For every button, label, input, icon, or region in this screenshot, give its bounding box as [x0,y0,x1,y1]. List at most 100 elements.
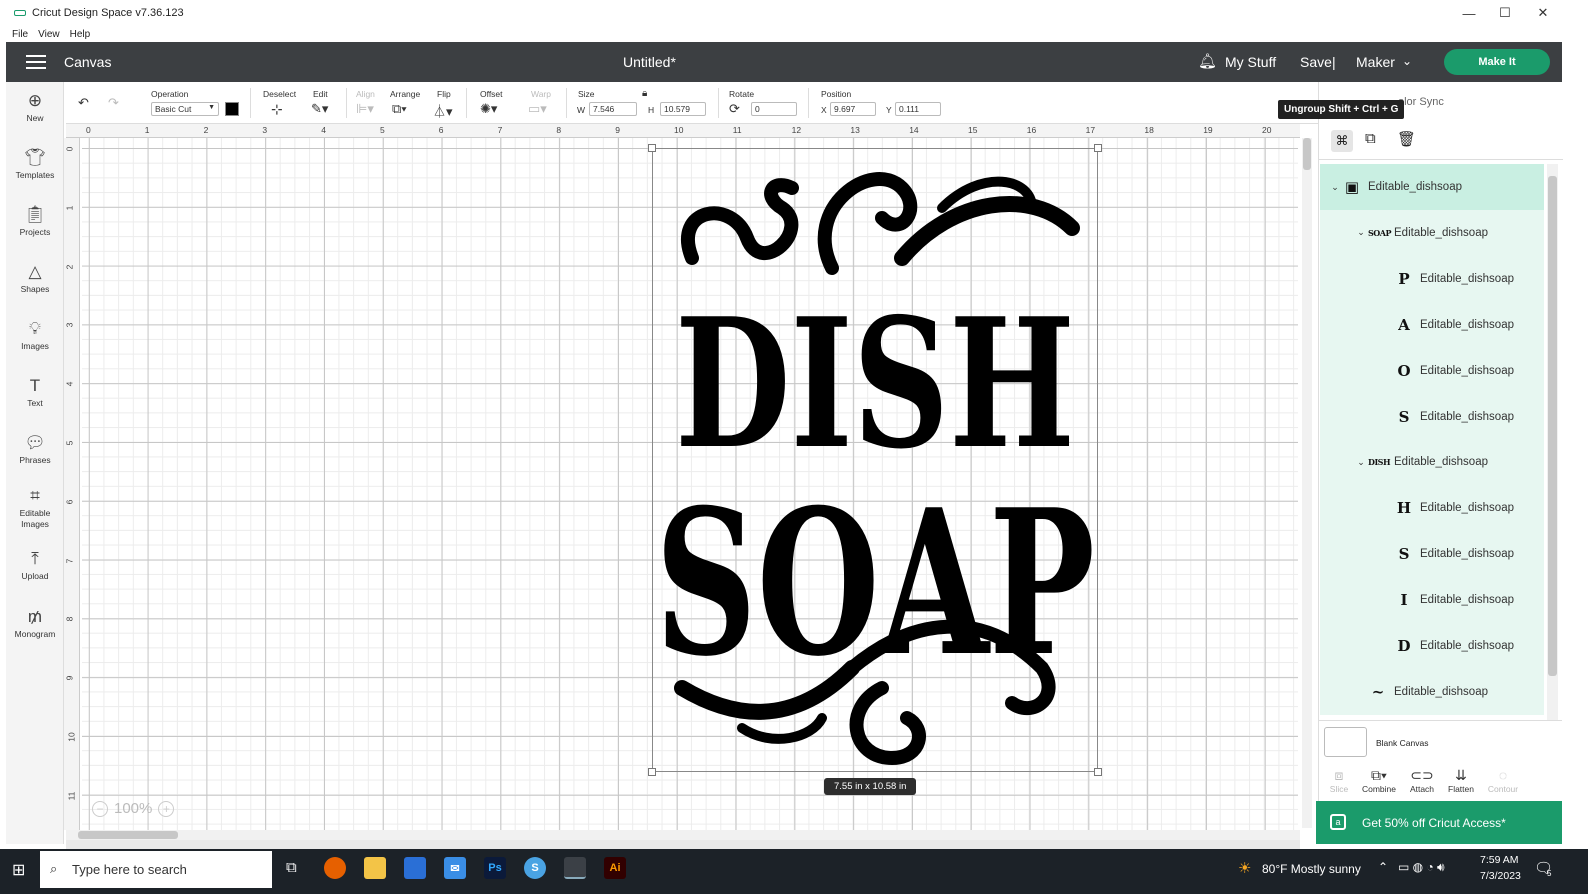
tray-chevron-icon[interactable]: ⌃ [1378,860,1388,874]
blank-canvas-row[interactable]: Blank Canvas [1318,720,1562,764]
ruler-tick-label: 5 [380,125,385,135]
scroll-thumb[interactable] [1303,138,1311,170]
trash-icon[interactable]: 🗑︎ [1397,130,1416,148]
rotate-input[interactable]: 0 [751,102,797,116]
save-button[interactable]: Save [1300,54,1332,70]
bell-icon[interactable]: 🔔︎ [1198,52,1217,70]
windows-start-icon[interactable]: ⊞ [12,860,25,880]
scroll-thumb[interactable] [78,831,178,839]
toolbar-divider [466,88,467,118]
layer-row[interactable]: D Editable_dishsoap [1320,623,1544,669]
resize-handle[interactable] [1094,768,1102,776]
sidebar-item-upload[interactable]: ⤒ Upload [6,550,64,582]
zoom-out-icon[interactable]: − [92,800,108,817]
edit-pen-icon[interactable]: ✎▾ [311,101,328,117]
resize-handle[interactable] [648,144,656,152]
deselect-icon[interactable]: ⊹ [271,101,283,118]
layer-row[interactable]: O Editable_dishsoap [1320,347,1544,394]
photoshop-icon[interactable]: Ps [484,857,506,879]
lock-icon[interactable]: 🔒︎ [642,88,647,99]
ungroup-icon[interactable]: ⌘ [1331,130,1353,152]
scroll-thumb[interactable] [1548,176,1557,676]
layer-row[interactable]: S Editable_dishsoap [1320,393,1544,440]
selection-box[interactable] [648,144,1102,776]
make-it-button[interactable]: Make It [1444,49,1550,75]
layer-row[interactable]: I Editable_dishsoap [1320,577,1544,624]
sidebar-item-shapes[interactable]: △ Shapes [6,263,64,295]
promo-banner[interactable]: a Get 50% off Cricut Access* [1316,801,1562,844]
illustrator-icon[interactable]: Ai [604,857,626,879]
weather-text[interactable]: 80°F Mostly sunny [1262,862,1361,876]
flip-icon[interactable]: ⏃▾ [433,101,453,120]
layer-row[interactable]: S Editable_dishsoap [1320,531,1544,578]
document-title[interactable]: Untitled* [623,54,676,70]
layer-row[interactable]: ⌄ DISH Editable_dishsoap [1320,439,1544,486]
mail-icon[interactable]: ✉ [444,857,466,879]
warp-icon[interactable]: ▭▾ [528,101,547,117]
layer-row[interactable]: A Editable_dishsoap [1320,301,1544,348]
duplicate-icon[interactable]: ⧉ [1365,130,1376,147]
height-input[interactable]: 10.579 [660,102,706,116]
sidebar-item-images[interactable]: 💡︎ Images [6,320,64,352]
machine-select[interactable]: Maker [1356,54,1395,70]
minimize-icon[interactable]: — [1451,0,1487,26]
layer-row[interactable]: ⌄ ▣ Editable_dishsoap [1320,164,1544,210]
chevron-down-icon[interactable]: ⌄ [1354,227,1368,238]
menu-file[interactable]: File [12,29,28,40]
layers-scrollbar[interactable] [1547,164,1558,720]
offset-icon[interactable]: ✺▾ [480,101,497,117]
store-icon[interactable] [404,857,426,879]
sidebar-item-text[interactable]: T Text [6,377,64,409]
width-input[interactable]: 7.546 [589,102,637,116]
contour-button[interactable]: ◌ Contour [1485,766,1521,794]
sidebar-item-templates[interactable]: 👕︎ Templates [6,149,64,181]
size-badge: 7.55 in x 10.58 in [824,778,917,795]
my-stuff-link[interactable]: My Stuff [1225,54,1276,70]
chevron-down-icon[interactable]: ⌄ [1402,54,1412,68]
ruler-tick-label: 11 [732,125,742,135]
x-position-input[interactable]: 9.697 [830,102,876,116]
cricut-taskbar-icon[interactable] [564,857,586,879]
arrange-icon[interactable]: ⧉▾ [392,101,407,117]
sidebar-item-editable-images[interactable]: ⌗ Editable Images [6,487,64,530]
close-icon[interactable]: ✕ [1525,0,1561,26]
operation-select[interactable]: Basic Cut ▼ [151,102,219,116]
menu-help[interactable]: Help [70,29,91,40]
tray-icons[interactable]: ▭ ◍ ◔ 🔊︎ [1398,860,1445,875]
attach-button[interactable]: ⊂⊃ Attach [1404,766,1440,794]
skype-icon[interactable]: S [524,857,546,879]
color-sync-tab[interactable]: olor Sync [1398,96,1444,108]
rotate-icon[interactable]: ⟳ [729,101,740,117]
layer-row[interactable]: P Editable_dishsoap [1320,255,1544,302]
sidebar-item-projects[interactable]: 📋︎ Projects [6,206,64,238]
menu-view[interactable]: View [38,29,60,40]
layer-row[interactable]: ⌄ SOAP Editable_dishsoap [1320,209,1544,256]
redo-icon[interactable]: ↷ [108,95,119,111]
align-icon[interactable]: ⊫▾ [356,101,374,117]
resize-handle[interactable] [648,768,656,776]
layer-row[interactable]: ~ Editable_dishsoap [1320,668,1544,715]
task-view-icon[interactable]: ⧉ [286,859,297,876]
canvas-horizontal-scrollbar[interactable] [66,830,1300,840]
sidebar-item-phrases[interactable]: 💬︎ Phrases [6,434,64,466]
blank-canvas-swatch[interactable] [1324,727,1367,757]
slice-button[interactable]: ⧈ Slice [1321,766,1357,794]
layer-row[interactable]: H Editable_dishsoap [1320,485,1544,532]
taskbar-search[interactable]: ⌕ Type here to search [40,851,272,888]
y-position-input[interactable]: 0.111 [895,102,941,116]
chevron-down-icon[interactable]: ⌄ [1354,457,1368,468]
firefox-icon[interactable] [324,857,346,879]
combine-button[interactable]: ⧉▾ Combine [1361,766,1397,794]
flatten-button[interactable]: ⇊ Flatten [1443,766,1479,794]
undo-icon[interactable]: ↶ [78,95,89,111]
maximize-icon[interactable]: ☐ [1487,0,1523,26]
color-swatch[interactable] [225,102,239,116]
zoom-in-icon[interactable]: + [158,800,175,817]
sidebar-item-new[interactable]: ⊕ New [6,92,64,124]
resize-handle[interactable] [1094,144,1102,152]
sidebar-item-monogram[interactable]: ₥ Monogram [6,608,64,640]
hamburger-menu-icon[interactable] [26,55,46,69]
file-explorer-icon[interactable] [364,857,386,879]
canvas-vertical-scrollbar[interactable] [1302,138,1312,828]
chevron-down-icon[interactable]: ⌄ [1328,182,1342,193]
